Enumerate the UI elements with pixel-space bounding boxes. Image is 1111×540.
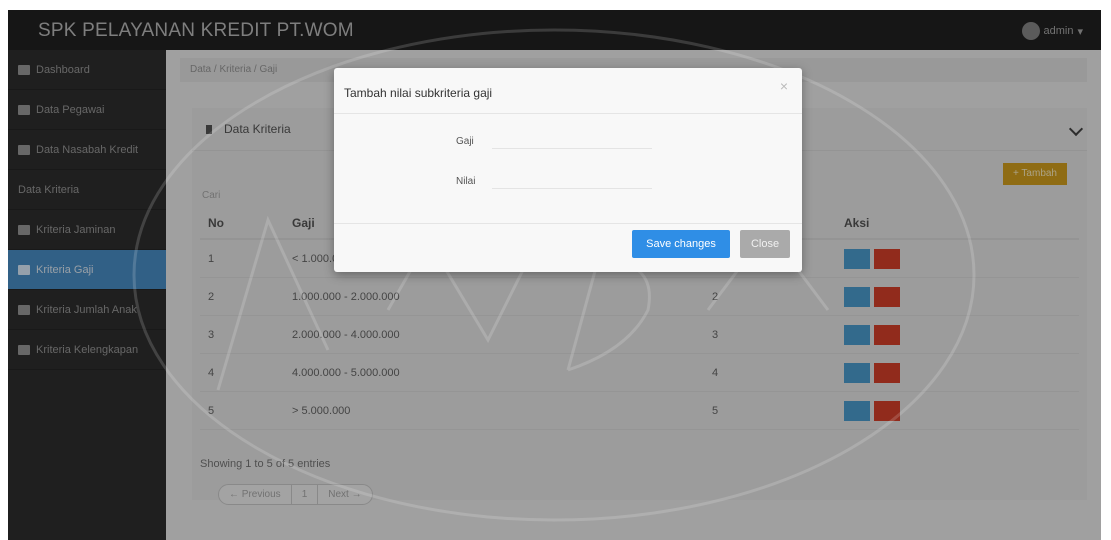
- save-changes-button[interactable]: Save changes: [632, 230, 730, 258]
- modal-divider: [334, 113, 802, 114]
- gaji-input[interactable]: [492, 132, 652, 149]
- close-icon[interactable]: ×: [776, 78, 792, 94]
- gaji-label: Gaji: [456, 136, 474, 147]
- add-subkriteria-modal: Tambah nilai subkriteria gaji × Gaji Nil…: [334, 68, 802, 272]
- close-button[interactable]: Close: [740, 230, 790, 258]
- modal-footer-divider: [334, 223, 802, 224]
- nilai-input[interactable]: [492, 172, 652, 189]
- app-window: SPK PELAYANAN KREDIT PT.WOM admin ▾ Dash…: [8, 10, 1101, 540]
- modal-title: Tambah nilai subkriteria gaji: [344, 86, 493, 100]
- nilai-label: Nilai: [456, 176, 476, 187]
